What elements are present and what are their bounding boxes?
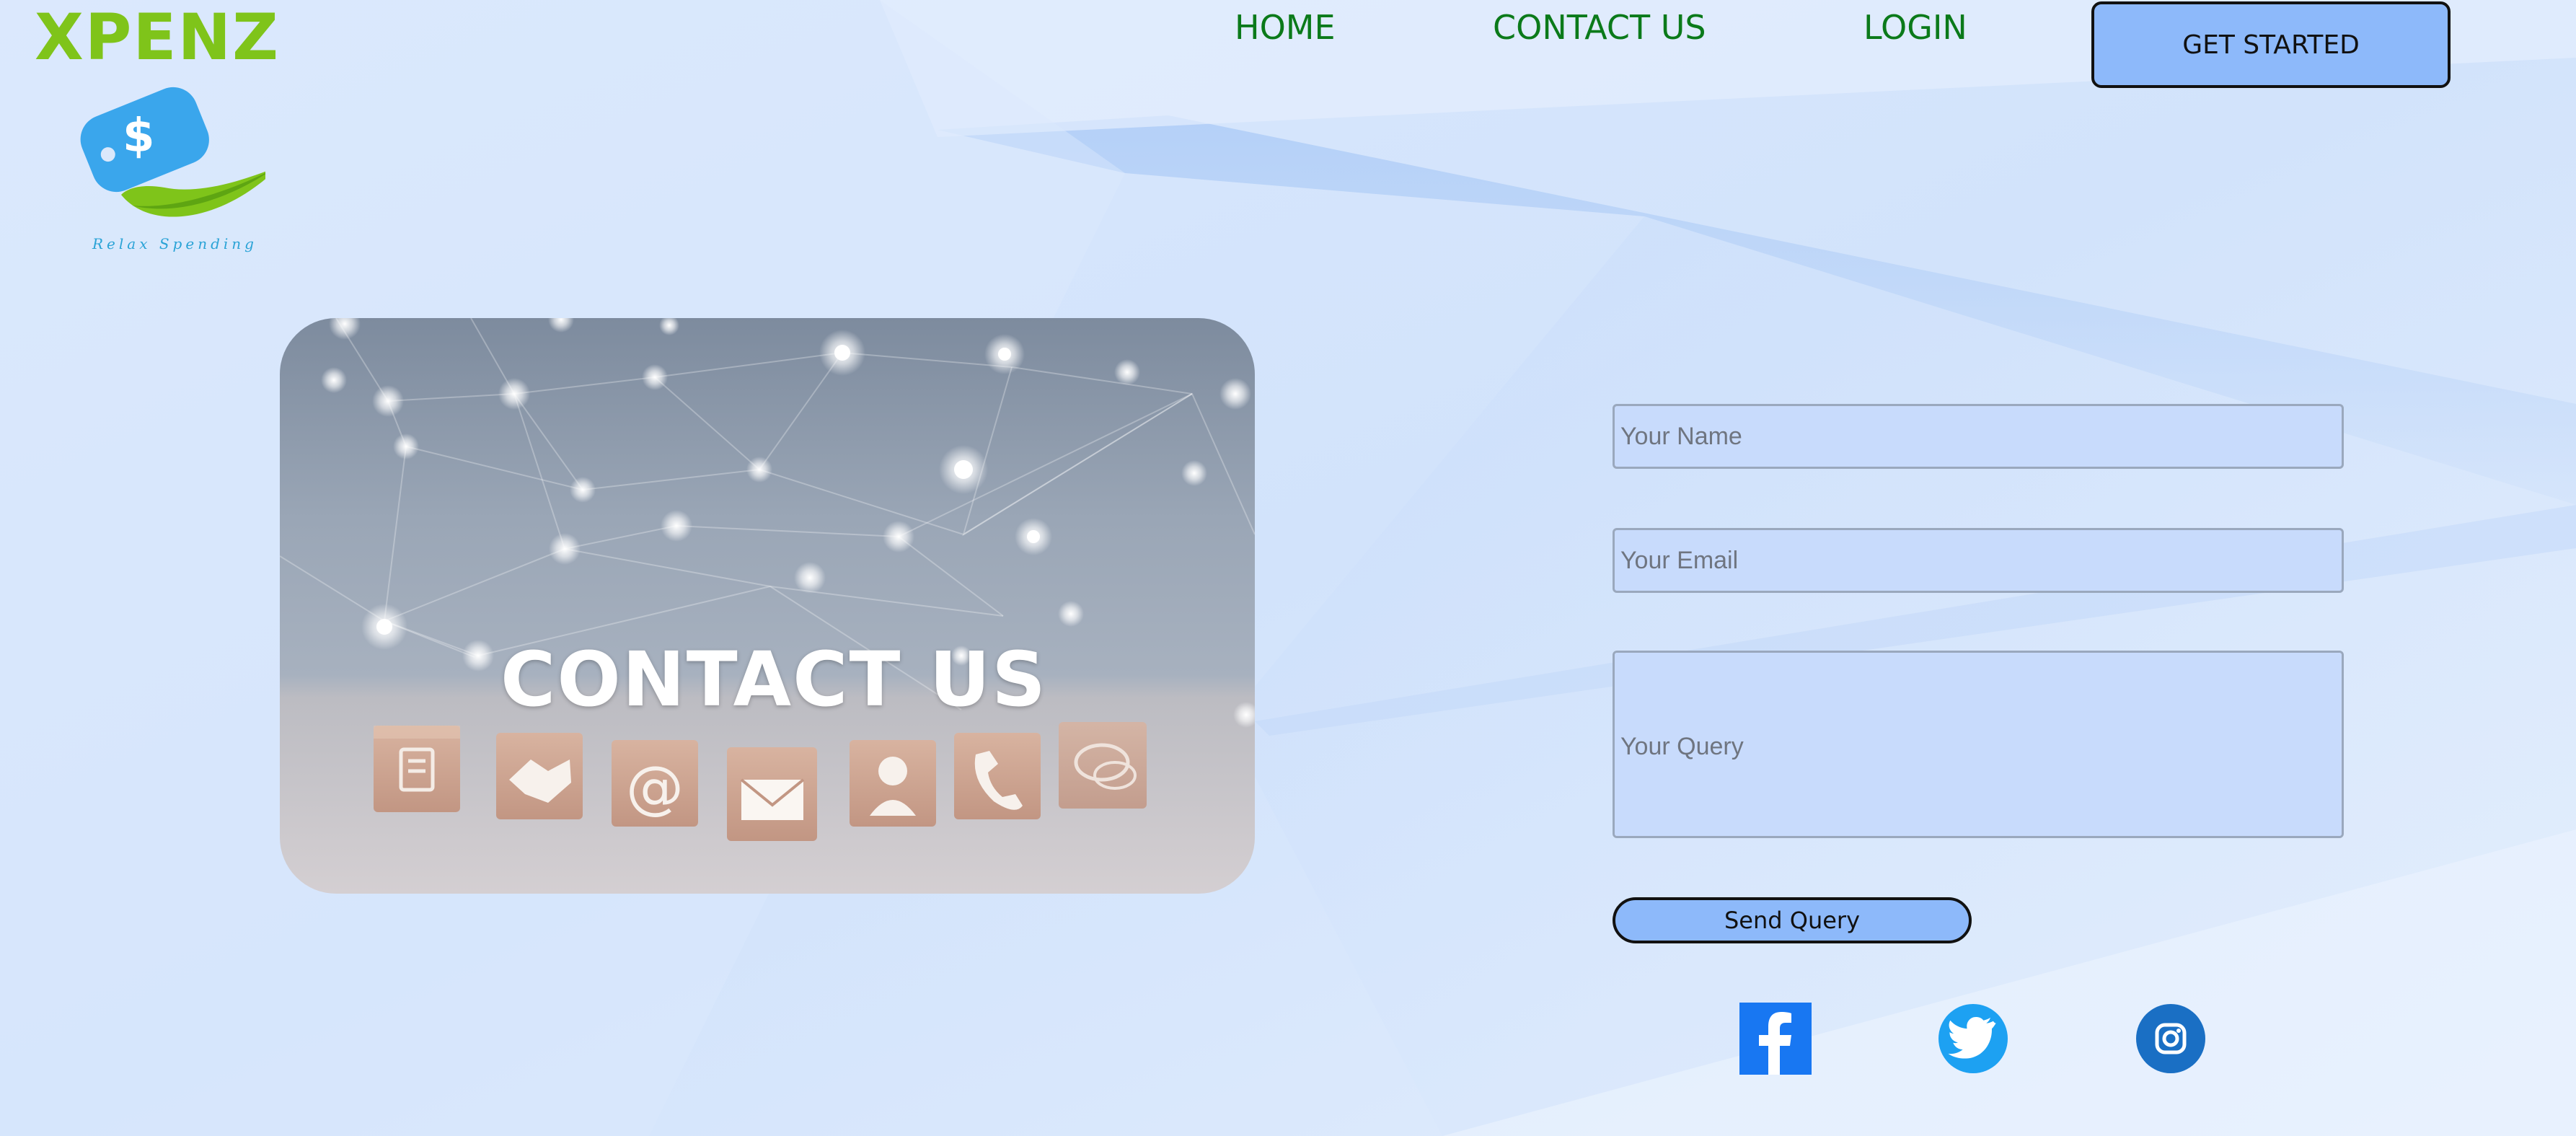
- nav-home-link[interactable]: HOME: [1235, 7, 1336, 48]
- brand-tagline: Relax Spending: [92, 235, 257, 252]
- get-started-button[interactable]: GET STARTED: [2091, 1, 2451, 88]
- document-icon: [374, 726, 460, 812]
- contact-illustration: @: [280, 318, 1255, 894]
- contact-hero-image: @ CONTACT US: [280, 318, 1255, 894]
- svg-text:@: @: [626, 754, 684, 821]
- email-input[interactable]: [1613, 528, 2344, 593]
- chat-bubbles-icon: [1059, 722, 1147, 809]
- at-sign-icon: @: [612, 740, 698, 827]
- brand-logo[interactable]: XPENZ $ Relax Spending: [35, 6, 294, 265]
- contact-image-heading: CONTACT US: [500, 635, 1047, 723]
- send-query-button[interactable]: Send Query: [1613, 897, 1972, 943]
- brand-name: XPENZ: [35, 0, 280, 74]
- phone-icon: [954, 733, 1041, 819]
- envelope-icon: [727, 747, 817, 841]
- nav-contact-link[interactable]: CONTACT US: [1493, 7, 1706, 48]
- dollar-sign-icon: $: [123, 110, 155, 163]
- handshake-icon: [496, 733, 583, 819]
- nav-login-link[interactable]: LOGIN: [1863, 7, 1967, 48]
- support-agent-icon: [850, 740, 936, 827]
- instagram-icon[interactable]: [2135, 1003, 2207, 1075]
- facebook-icon[interactable]: [1739, 1003, 1812, 1075]
- dollar-tag-leaf-icon: $: [80, 87, 265, 217]
- name-input[interactable]: [1613, 404, 2344, 469]
- twitter-icon[interactable]: [1937, 1003, 2009, 1075]
- query-textarea[interactable]: [1613, 651, 2344, 838]
